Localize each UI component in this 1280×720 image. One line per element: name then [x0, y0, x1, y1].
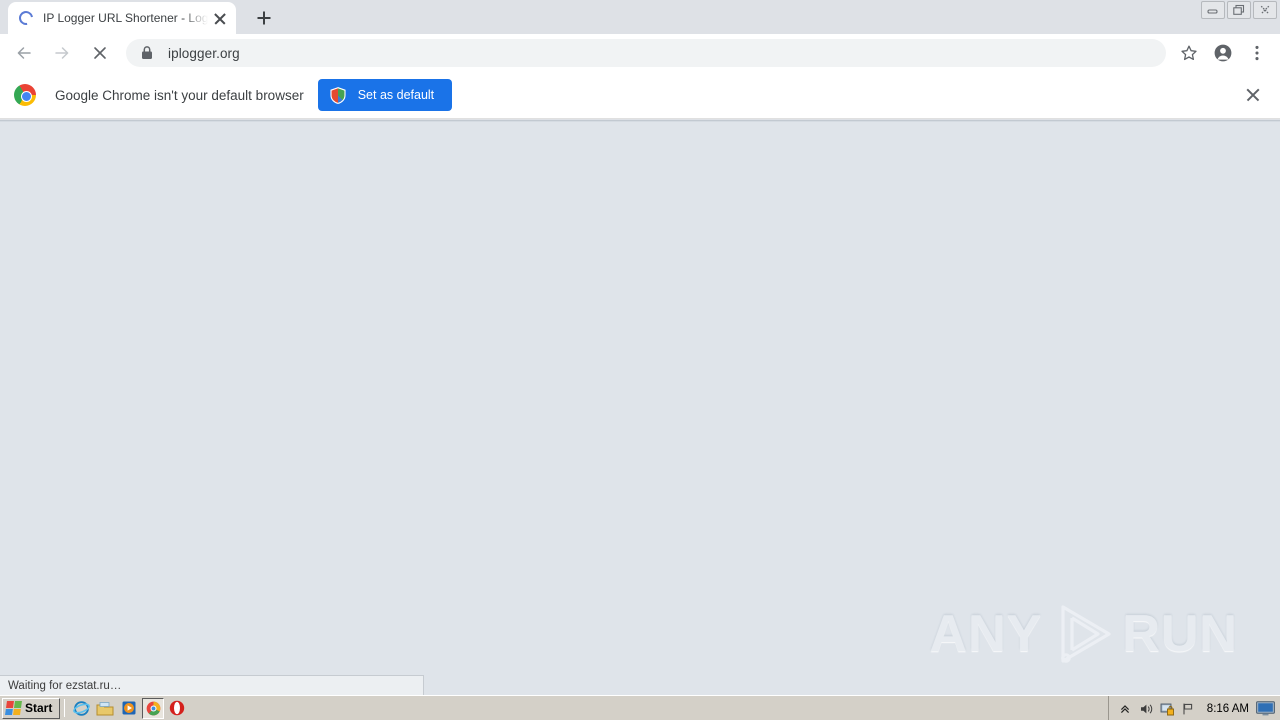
arrow-right-icon: [55, 47, 69, 59]
infobar-message: Google Chrome isn't your default browser: [55, 87, 304, 103]
security-alerts-icon[interactable]: [1159, 700, 1176, 717]
chrome-logo-icon: [14, 84, 36, 106]
google-chrome-icon[interactable]: [142, 697, 165, 719]
browser-tab[interactable]: IP Logger URL Shortener - Log and T: [8, 2, 236, 34]
tab-title: IP Logger URL Shortener - Log and T: [43, 11, 208, 25]
back-button[interactable]: [8, 37, 40, 69]
windows-taskbar: Start 8:16 AM: [0, 695, 1280, 720]
status-bar: Waiting for ezstat.ru…: [0, 675, 424, 695]
tab-strip: IP Logger URL Shortener - Log and T: [0, 0, 1280, 34]
anyrun-watermark: ANY RUN: [930, 598, 1238, 670]
internet-explorer-icon[interactable]: [70, 698, 92, 719]
chrome-menu-icon[interactable]: [1242, 38, 1272, 68]
flag-icon[interactable]: [1180, 700, 1197, 717]
file-explorer-icon[interactable]: [94, 698, 116, 719]
volume-icon[interactable]: [1138, 700, 1155, 717]
minimize-button[interactable]: [1201, 1, 1225, 19]
start-button[interactable]: Start: [2, 697, 61, 719]
set-as-default-button[interactable]: Set as default: [317, 79, 453, 111]
window-controls: [1201, 1, 1277, 19]
address-bar[interactable]: iplogger.org: [126, 39, 1166, 67]
new-tab-button[interactable]: [250, 4, 278, 32]
close-button[interactable]: [1253, 1, 1277, 19]
infobar-close-icon[interactable]: [1242, 84, 1264, 106]
lock-icon: [140, 45, 156, 61]
media-player-icon[interactable]: [118, 698, 140, 719]
bookmark-star-icon[interactable]: [1174, 38, 1204, 68]
play-triangle-icon: [1061, 605, 1111, 663]
profile-avatar-icon[interactable]: [1208, 38, 1238, 68]
display-icon[interactable]: [1256, 701, 1275, 716]
page-viewport: ANY RUN: [0, 120, 1280, 695]
tab-close-icon[interactable]: [212, 10, 228, 26]
loading-spinner-icon: [16, 8, 36, 28]
watermark-text-any: ANY: [929, 605, 1043, 663]
start-label: Start: [25, 701, 53, 715]
browser-toolbar: iplogger.org: [0, 34, 1280, 72]
restore-button[interactable]: [1227, 1, 1251, 19]
tray-clock[interactable]: 8:16 AM: [1207, 703, 1249, 715]
shield-icon: [330, 86, 346, 104]
browser-window: IP Logger URL Shortener - Log and T: [0, 0, 1280, 720]
taskbar-divider: [64, 699, 66, 717]
arrow-left-icon: [17, 47, 31, 59]
opera-icon[interactable]: [166, 698, 188, 719]
windows-flag-icon: [5, 701, 22, 715]
close-x-icon: [94, 47, 106, 59]
stop-button[interactable]: [84, 37, 116, 69]
show-hidden-icons-icon[interactable]: [1117, 700, 1134, 717]
forward-button[interactable]: [46, 37, 78, 69]
system-tray: 8:16 AM: [1107, 696, 1280, 720]
status-text: Waiting for ezstat.ru…: [8, 679, 122, 692]
default-browser-infobar: Google Chrome isn't your default browser…: [0, 72, 1280, 119]
url-text: iplogger.org: [168, 45, 240, 61]
set-as-default-label: Set as default: [357, 88, 435, 102]
viewport-top-divider: [0, 120, 1280, 122]
watermark-text-run: RUN: [1122, 605, 1238, 663]
